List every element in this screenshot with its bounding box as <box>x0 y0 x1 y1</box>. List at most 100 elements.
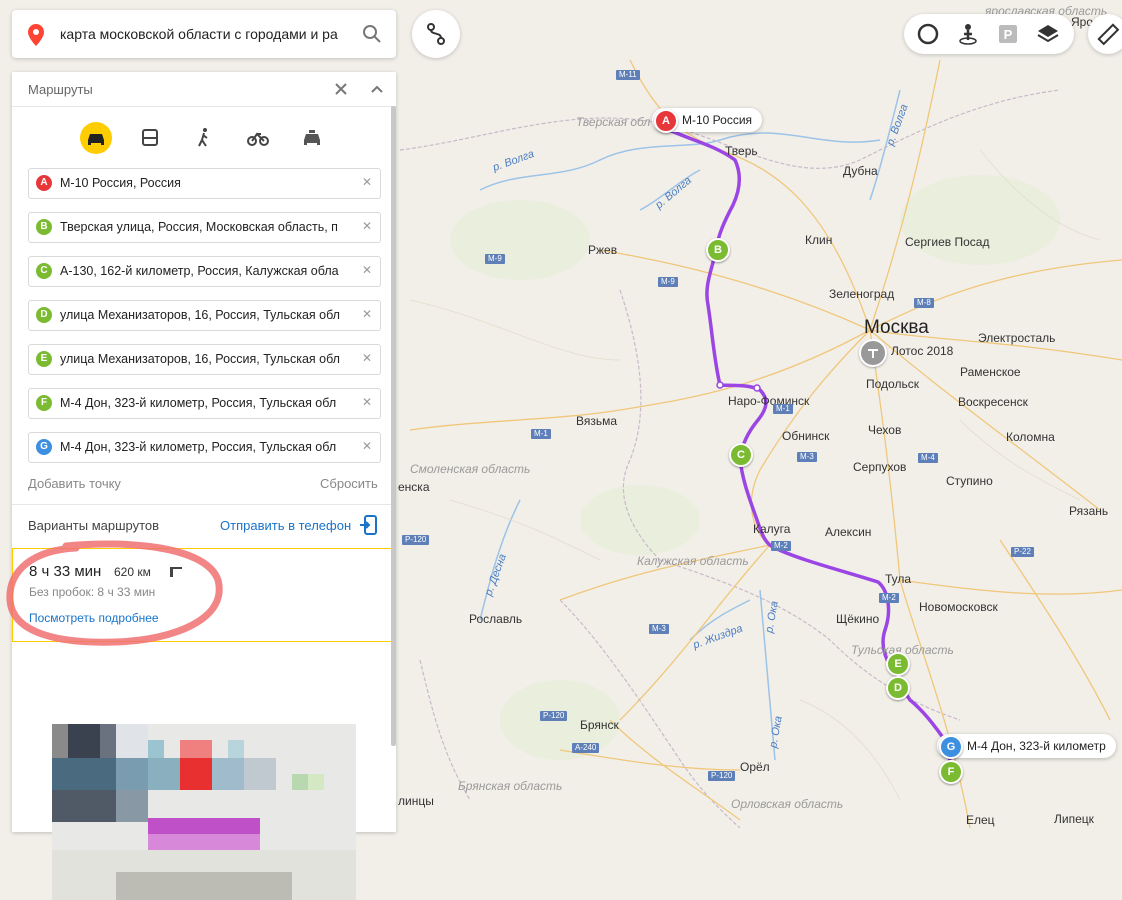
panorama-icon[interactable] <box>956 22 980 46</box>
city-label: Раменское <box>960 365 1021 379</box>
clear-icon[interactable]: ✕ <box>362 351 372 365</box>
road-shield: A-240 <box>572 743 600 753</box>
waypoint-marker-a[interactable]: A <box>654 109 678 133</box>
city-label: Щёкино <box>836 612 880 626</box>
waypoint-marker-b[interactable]: B <box>706 238 730 262</box>
parking-icon[interactable]: P <box>996 22 1020 46</box>
region-label-kaluga: Калужская область <box>637 554 749 568</box>
city-label: Сергиев Посад <box>905 235 990 249</box>
clear-icon[interactable]: ✕ <box>362 263 372 277</box>
city-label: Подольск <box>866 377 919 391</box>
city-label: енска <box>398 480 430 494</box>
city-label: Дубна <box>843 164 878 178</box>
waypoint-marker-e[interactable]: E <box>886 652 910 676</box>
route-icon <box>426 23 446 50</box>
waypoint-marker-g[interactable]: G <box>939 735 963 759</box>
send-to-phone-link[interactable]: Отправить в телефон <box>220 518 351 533</box>
city-label: Тула <box>885 572 912 586</box>
poi-icon[interactable] <box>859 339 887 367</box>
search-icon[interactable] <box>362 24 382 49</box>
waypoint-address[interactable]: М-4 Дон, 323-й километр, Россия, Тульска… <box>60 396 348 410</box>
road-shield: M-1 <box>773 404 793 414</box>
road-shield: M-2 <box>879 593 899 603</box>
city-label-moscow: Москва <box>864 317 929 338</box>
city-label: Липецк <box>1054 812 1094 826</box>
city-label: Калуга <box>753 522 791 536</box>
waypoint-letter: E <box>36 351 52 367</box>
region-label-tver: Тверская обл <box>576 115 651 129</box>
ad-banner-image[interactable] <box>52 724 356 900</box>
road-shield: M-8 <box>914 298 934 308</box>
waypoint-letter: C <box>36 263 52 279</box>
city-label: Алексин <box>825 525 872 539</box>
panel-scrollbar[interactable] <box>391 106 396 746</box>
waypoint-input-c[interactable]: C А-130, 162-й километр, Россия, Калужск… <box>28 256 381 287</box>
add-point-link[interactable]: Добавить точку <box>28 476 121 491</box>
city-label: Новомосковск <box>919 600 998 614</box>
city-label: Клин <box>805 233 833 247</box>
road-shield: M-3 <box>649 624 669 634</box>
bus-mode-icon[interactable] <box>134 122 166 154</box>
city-label: Ступино <box>946 474 993 488</box>
road-shield: M-2 <box>771 541 791 551</box>
clear-icon[interactable]: ✕ <box>362 175 372 189</box>
city-label: Обнинск <box>782 429 830 443</box>
waypoint-address[interactable]: улица Механизаторов, 16, Россия, Тульска… <box>60 308 348 322</box>
svg-text:P: P <box>1004 27 1013 42</box>
waypoint-address[interactable]: улица Механизаторов, 16, Россия, Тульска… <box>60 352 348 366</box>
city-label: линцы <box>398 794 434 808</box>
routes-panel-header: Маршруты <box>12 72 396 107</box>
road-shield: M-3 <box>797 452 817 462</box>
waypoint-marker-c[interactable]: C <box>729 443 753 467</box>
city-label: Вязьма <box>576 414 618 428</box>
region-label-smolensk: Смоленская область <box>410 462 531 476</box>
road-shield: P-120 <box>708 771 736 781</box>
search-box[interactable]: карта московской области с городами и ра <box>12 10 396 58</box>
waypoint-address[interactable]: М-4 Дон, 323-й километр, Россия, Тульска… <box>60 440 348 454</box>
transport-modes <box>12 122 396 154</box>
road-shield: P-120 <box>402 535 430 545</box>
waypoint-input-a[interactable]: A М-10 Россия, Россия ✕ <box>28 168 381 199</box>
road-shield: M-9 <box>485 254 505 264</box>
city-label: Воскресенск <box>958 395 1028 409</box>
waypoint-input-g[interactable]: G М-4 Дон, 323-й километр, Россия, Тульс… <box>28 432 381 463</box>
clear-icon[interactable]: ✕ <box>362 219 372 233</box>
waypoint-input-d[interactable]: D улица Механизаторов, 16, Россия, Тульс… <box>28 300 381 331</box>
waypoint-input-b[interactable]: B Тверская улица, Россия, Московская обл… <box>28 212 381 243</box>
taxi-mode-icon[interactable] <box>296 122 328 154</box>
waypoint-marker-f[interactable]: F <box>939 760 963 784</box>
waypoint-bubble-g[interactable]: М-4 Дон, 323-й километр <box>937 734 1116 758</box>
phone-icon[interactable] <box>360 515 378 540</box>
city-label: Электросталь <box>978 331 1056 345</box>
variants-title: Варианты маршрутов <box>28 518 160 533</box>
city-label: Тверь <box>725 144 758 158</box>
search-input[interactable]: карта московской области с городами и ра <box>60 26 352 42</box>
waypoint-address[interactable]: А-130, 162-й километр, Россия, Калужская… <box>60 264 348 278</box>
panel-title: Маршруты <box>28 82 93 97</box>
bike-mode-icon[interactable] <box>242 122 274 154</box>
waypoint-letter: A <box>36 175 52 191</box>
clear-icon[interactable]: ✕ <box>362 307 372 321</box>
waypoint-letter: B <box>36 219 52 235</box>
ruler-icon <box>1096 22 1120 51</box>
waypoint-address[interactable]: М-10 Россия, Россия <box>60 176 348 190</box>
traffic-icon[interactable] <box>916 22 940 46</box>
waypoint-address[interactable]: Тверская улица, Россия, Московская облас… <box>60 220 348 234</box>
poi-label: Лотос 2018 <box>891 344 954 358</box>
route-button[interactable] <box>412 10 460 58</box>
chevron-up-icon[interactable] <box>368 80 386 98</box>
waypoint-input-e[interactable]: E улица Механизаторов, 16, Россия, Тульс… <box>28 344 381 375</box>
close-icon[interactable] <box>332 80 350 98</box>
waypoint-input-f[interactable]: F М-4 Дон, 323-й километр, Россия, Тульс… <box>28 388 381 419</box>
ruler-button[interactable] <box>1088 14 1122 54</box>
walk-mode-icon[interactable] <box>188 122 220 154</box>
reset-link[interactable]: Сбросить <box>320 476 378 491</box>
layers-icon[interactable] <box>1036 22 1060 46</box>
road-shield: M-1 <box>531 429 551 439</box>
waypoint-marker-d[interactable]: D <box>886 676 910 700</box>
clear-icon[interactable]: ✕ <box>362 439 372 453</box>
car-mode-icon[interactable] <box>80 122 112 154</box>
city-label: Чехов <box>868 423 902 437</box>
road-shield: M-9 <box>658 277 678 287</box>
clear-icon[interactable]: ✕ <box>362 395 372 409</box>
